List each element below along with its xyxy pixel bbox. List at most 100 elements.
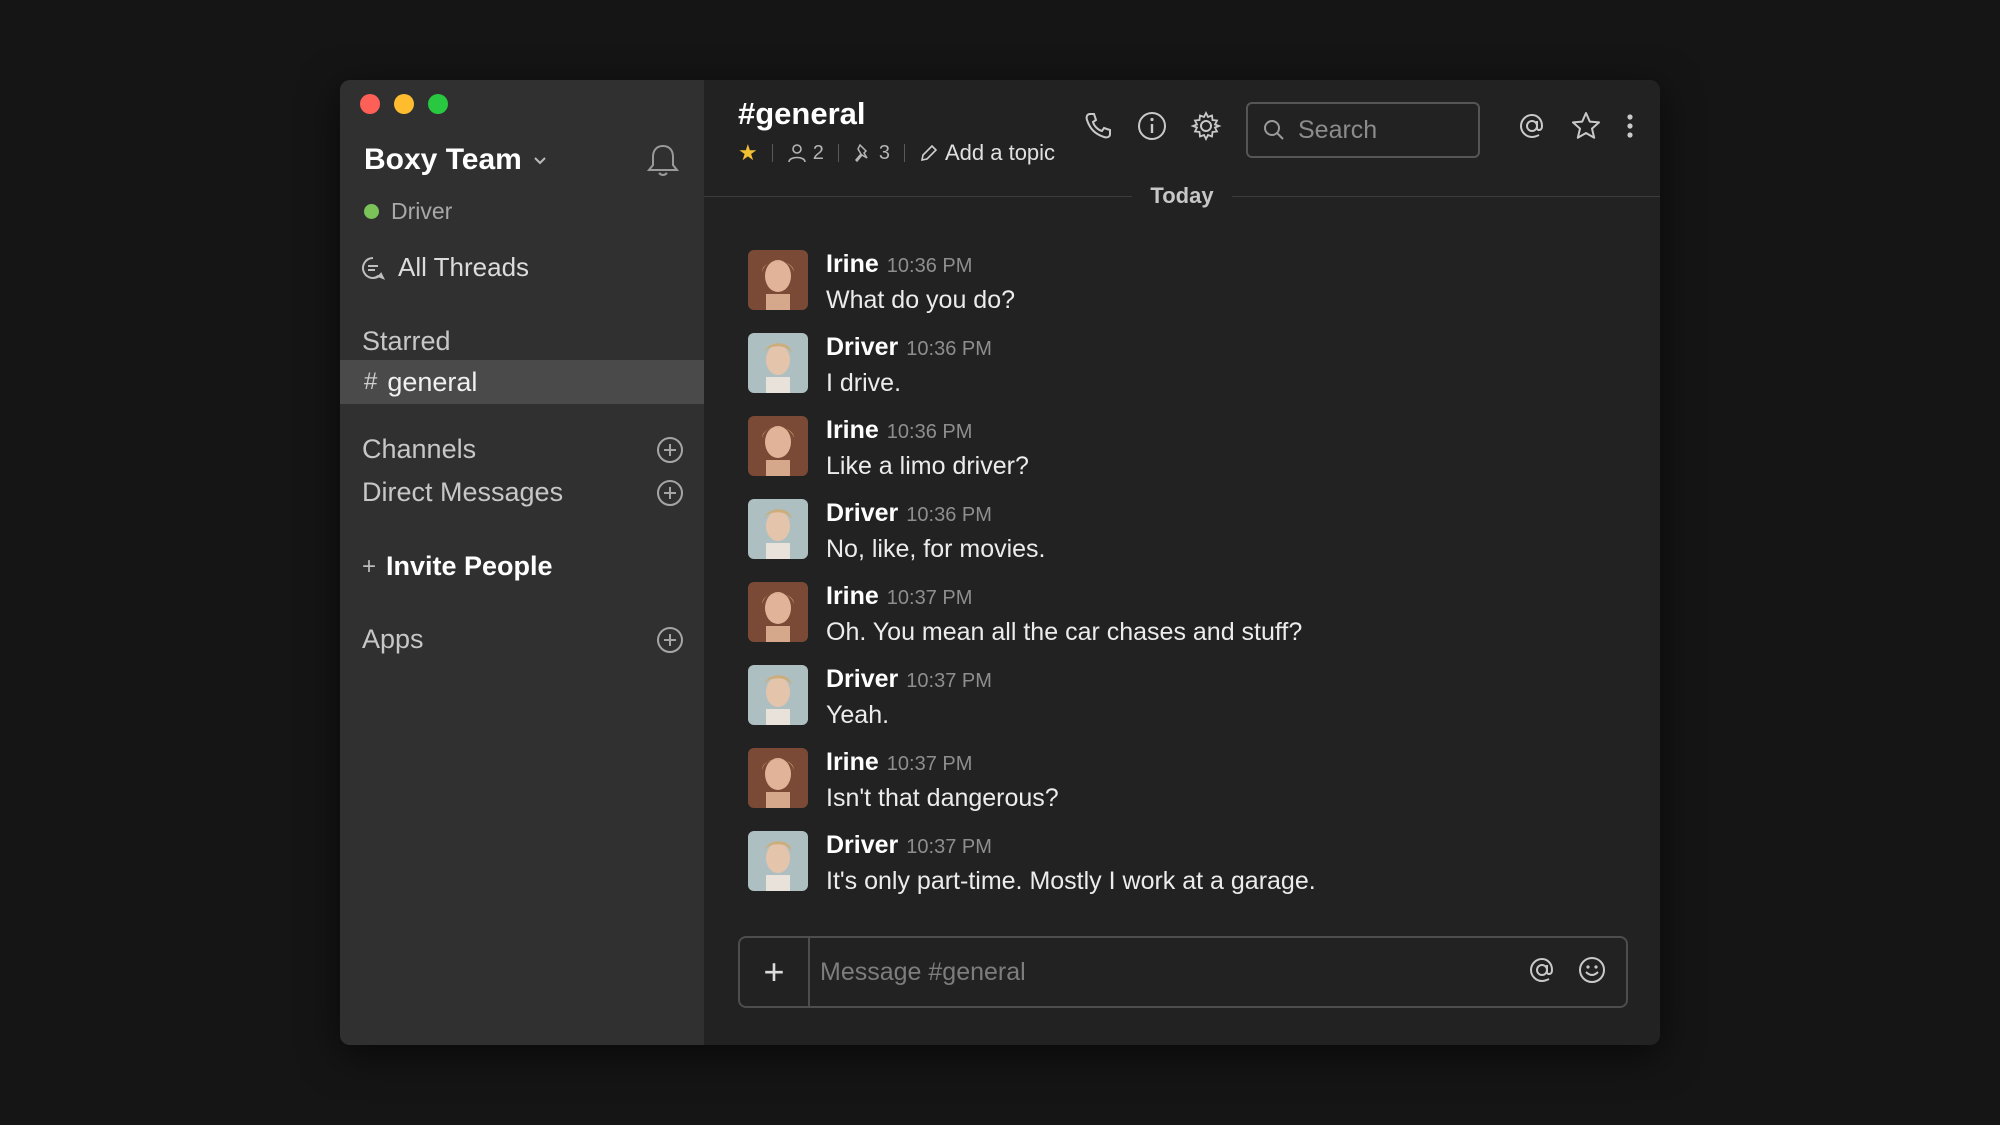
message-text: I drive. xyxy=(826,369,902,397)
message-timestamp[interactable]: 10:37 PM xyxy=(906,670,992,692)
message-timestamp[interactable]: 10:37 PM xyxy=(887,753,973,775)
person-icon xyxy=(787,144,806,163)
add-topic-label: Add a topic xyxy=(944,140,1056,165)
message-timestamp[interactable]: 10:37 PM xyxy=(906,836,992,858)
add-topic-button[interactable]: Add a topic xyxy=(919,140,1055,166)
message-item: Irine 10:37 PM Oh. You mean all the car c… xyxy=(748,582,1620,665)
message-author[interactable]: Driver xyxy=(826,333,898,361)
avatar[interactable] xyxy=(748,416,808,476)
direct-messages-label[interactable]: Direct Messages xyxy=(362,477,563,508)
app-window: Boxy Team Driver All Threads Starred # g… xyxy=(340,80,1660,1045)
header-right-actions xyxy=(1516,110,1636,142)
message-text: Like a limo driver? xyxy=(826,452,1029,480)
star-icon[interactable]: ★ xyxy=(738,140,758,166)
user-name: Driver xyxy=(391,198,453,224)
members-button[interactable]: 2 xyxy=(787,142,824,165)
message-author[interactable]: Driver xyxy=(826,665,898,693)
message-timestamp[interactable]: 10:36 PM xyxy=(906,504,992,526)
message-author[interactable]: Irine xyxy=(826,582,879,610)
add-channel-icon[interactable] xyxy=(656,436,684,464)
bell-icon[interactable] xyxy=(646,142,680,178)
message-item: Irine 10:37 PM Isn't that dangerous? xyxy=(748,748,1620,831)
message-item: Irine 10:36 PM What do you do? xyxy=(748,250,1620,333)
all-threads-link[interactable]: All Threads xyxy=(360,252,684,283)
team-name: Boxy Team xyxy=(364,143,522,176)
add-dm-icon[interactable] xyxy=(656,479,684,507)
avatar[interactable] xyxy=(748,748,808,808)
chevron-down-icon xyxy=(532,152,548,168)
header-actions xyxy=(1082,110,1222,142)
message-composer: + Message #general xyxy=(738,936,1628,1008)
avatar[interactable] xyxy=(748,831,808,891)
message-author[interactable]: Irine xyxy=(826,748,879,776)
message-list: Irine 10:36 PM What do you do? Driver 10:3… xyxy=(748,250,1620,914)
maximize-window-button[interactable] xyxy=(428,94,448,114)
star-outline-icon[interactable] xyxy=(1570,110,1602,142)
emoji-icon[interactable] xyxy=(1576,954,1608,991)
attach-button[interactable]: + xyxy=(740,938,810,1006)
apps-label[interactable]: Apps xyxy=(362,624,424,655)
window-controls xyxy=(360,94,448,114)
date-divider-label: Today xyxy=(1132,183,1232,209)
message-author[interactable]: Irine xyxy=(826,416,879,444)
message-text: Oh. You mean all the car chases and stuf… xyxy=(826,618,1303,646)
apps-section: Apps xyxy=(362,624,684,655)
message-timestamp[interactable]: 10:36 PM xyxy=(906,338,992,360)
pencil-icon xyxy=(920,144,938,162)
starred-section-label: Starred xyxy=(362,326,451,356)
meta-divider xyxy=(837,144,839,162)
invite-people-button[interactable]: + Invite People xyxy=(362,551,553,582)
channel-title[interactable]: #general xyxy=(738,96,866,132)
search-input[interactable]: Search xyxy=(1246,102,1480,158)
message-text: Isn't that dangerous? xyxy=(826,784,1059,812)
info-icon[interactable] xyxy=(1136,110,1168,142)
sidebar-item-general[interactable]: # general xyxy=(340,360,704,404)
pinned-button[interactable]: 3 xyxy=(853,142,890,165)
message-author[interactable]: Driver xyxy=(826,831,898,859)
message-item: Driver 10:36 PM No, like, for movies. xyxy=(748,499,1620,582)
presence-dot xyxy=(364,204,379,219)
avatar[interactable] xyxy=(748,665,808,725)
date-divider: Today xyxy=(704,183,1660,209)
mention-icon[interactable] xyxy=(1526,954,1558,991)
pin-icon xyxy=(854,143,868,163)
sidebar: Boxy Team Driver All Threads Starred # g… xyxy=(340,80,704,1045)
message-author[interactable]: Irine xyxy=(826,250,879,278)
search-placeholder: Search xyxy=(1298,115,1378,144)
message-timestamp[interactable]: 10:36 PM xyxy=(887,421,973,443)
mentions-icon[interactable] xyxy=(1516,110,1548,142)
member-count: 2 xyxy=(812,141,824,164)
message-input[interactable]: Message #general xyxy=(810,958,1526,987)
message-item: Driver 10:37 PM Yeah. xyxy=(748,665,1620,748)
channels-section: Channels xyxy=(362,434,684,465)
message-item: Driver 10:37 PM It's only part-time. Most… xyxy=(748,831,1620,914)
channel-view: #general ★ 2 3 Add a topic Search Today … xyxy=(704,80,1660,1045)
team-switcher[interactable]: Boxy Team xyxy=(364,138,680,182)
meta-divider xyxy=(771,144,773,162)
avatar[interactable] xyxy=(748,499,808,559)
phone-icon[interactable] xyxy=(1082,110,1114,142)
channel-meta: ★ 2 3 Add a topic xyxy=(738,140,1055,166)
channels-label[interactable]: Channels xyxy=(362,434,476,465)
minimize-window-button[interactable] xyxy=(394,94,414,114)
message-author[interactable]: Driver xyxy=(826,499,898,527)
avatar[interactable] xyxy=(748,250,808,310)
message-timestamp[interactable]: 10:37 PM xyxy=(887,587,973,609)
message-text: What do you do? xyxy=(826,286,1016,314)
avatar[interactable] xyxy=(748,582,808,642)
close-window-button[interactable] xyxy=(360,94,380,114)
gear-icon[interactable] xyxy=(1190,110,1222,142)
message-text: Yeah. xyxy=(826,701,890,729)
direct-messages-section: Direct Messages xyxy=(362,477,684,508)
message-timestamp[interactable]: 10:36 PM xyxy=(887,255,973,277)
threads-icon xyxy=(360,255,386,281)
avatar[interactable] xyxy=(748,333,808,393)
more-vertical-icon[interactable] xyxy=(1624,110,1636,142)
channel-name: general xyxy=(387,366,478,397)
invite-people-label: Invite People xyxy=(386,551,553,581)
add-app-icon[interactable] xyxy=(656,626,684,654)
composer-actions xyxy=(1526,954,1626,991)
user-status[interactable]: Driver xyxy=(364,198,452,225)
meta-divider xyxy=(903,144,905,162)
plus-icon: + xyxy=(362,552,377,580)
